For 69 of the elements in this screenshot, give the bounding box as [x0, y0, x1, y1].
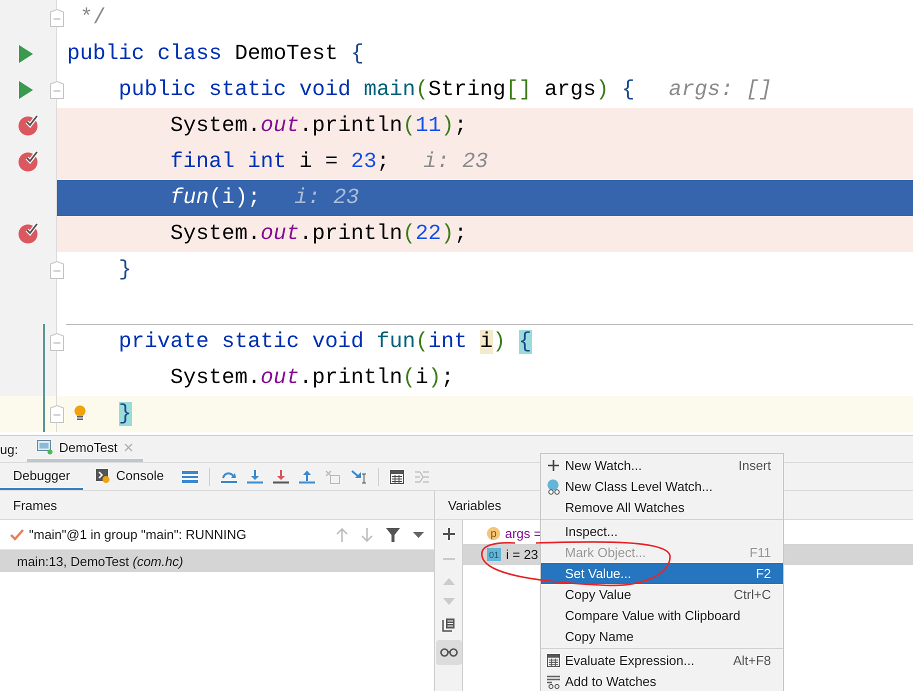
copy-icon[interactable]: [442, 618, 455, 632]
window-icon: [37, 440, 53, 455]
code-line: public class DemoTest {: [67, 42, 364, 66]
menu-item[interactable]: Copy Name: [541, 626, 783, 647]
frame-item[interactable]: main:13, DemoTest (com.hc): [0, 550, 434, 572]
code-line: System.out.println(i);: [170, 366, 454, 390]
filter-icon[interactable]: [386, 528, 400, 542]
calculator-icon[interactable]: [390, 470, 404, 484]
code-line: public static void main(String[] args) {: [118, 78, 635, 102]
fold-marker-icon[interactable]: [50, 261, 64, 279]
menu-item[interactable]: Evaluate Expression... Alt+F8: [541, 650, 783, 671]
glasses-icon: [440, 648, 458, 657]
debug-label: ug:: [0, 442, 20, 456]
menu-item[interactable]: Copy Value Ctrl+C: [541, 584, 783, 605]
check-icon: [10, 528, 24, 540]
panel-tab[interactable]: Console: [83, 463, 177, 490]
code-line: System.out.println(11);: [170, 114, 467, 138]
inline-value-hint: args: []: [668, 78, 772, 102]
thread-selector[interactable]: "main"@1 in group "main": RUNNING: [29, 527, 246, 542]
dropdown-icon[interactable]: [413, 532, 424, 538]
drop-frame-icon[interactable]: [324, 470, 341, 484]
breakpoint-icon[interactable]: [18, 150, 40, 172]
breakpoint-icon[interactable]: [18, 222, 40, 244]
menu-item[interactable]: Compare Value with Clipboard: [541, 605, 783, 626]
step-over-icon[interactable]: [220, 470, 237, 484]
code-line: }: [118, 258, 132, 282]
arrow-up-icon[interactable]: [336, 526, 348, 542]
add-watch-icon: [546, 674, 560, 688]
run-to-cursor-icon[interactable]: [350, 470, 367, 484]
menu-item[interactable]: New Class Level Watch...: [541, 476, 783, 497]
breakpoint-icon[interactable]: [18, 114, 40, 136]
panel-header: Variables: [448, 498, 502, 512]
code-line: System.out.println(22);: [170, 222, 467, 246]
variable-item[interactable]: i = 23: [506, 547, 538, 562]
plus-icon: [548, 460, 558, 471]
fold-marker-icon[interactable]: [50, 405, 64, 423]
show-watches-button[interactable]: [436, 640, 462, 665]
trace-icon[interactable]: [414, 470, 430, 484]
variable-type-icon: 01: [487, 548, 501, 561]
menu-item[interactable]: Set Value... F2: [541, 563, 783, 584]
code-line: */: [79, 6, 106, 30]
fold-marker-icon[interactable]: [50, 333, 64, 351]
fold-marker-icon[interactable]: [50, 9, 64, 27]
close-icon[interactable]: [124, 443, 133, 452]
class-glasses-icon: [546, 478, 560, 494]
console-icon: [96, 468, 110, 482]
run-icon[interactable]: [18, 45, 34, 63]
run-icon[interactable]: [18, 81, 34, 99]
code-line: final int i = 23;: [170, 150, 390, 174]
code-line: fun(i);: [170, 186, 261, 210]
step-out-icon[interactable]: [298, 470, 315, 484]
menu-item[interactable]: Inspect...: [541, 521, 783, 542]
session-tab[interactable]: DemoTest: [27, 436, 143, 462]
code-line: private static void fun(int i) {: [118, 330, 532, 354]
lightbulb-icon[interactable]: [74, 405, 86, 423]
calculator-icon: [546, 654, 560, 667]
variable-type-icon: p: [487, 527, 500, 540]
inline-value-hint: i: 23: [424, 150, 488, 174]
step-into-icon[interactable]: [246, 470, 263, 484]
menu-item[interactable]: Remove All Watches: [541, 497, 783, 518]
arrow-down-icon[interactable]: [361, 526, 373, 542]
plus-icon[interactable]: [442, 528, 454, 540]
panel-header: Frames: [13, 498, 58, 512]
fold-marker-icon[interactable]: [50, 81, 64, 99]
menu-item[interactable]: Add to Watches: [541, 671, 783, 691]
force-step-into-icon[interactable]: [272, 470, 289, 484]
inline-value-hint: i: 23: [294, 186, 360, 210]
list-icon[interactable]: [182, 470, 198, 484]
menu-item[interactable]: New Watch... Insert: [541, 455, 783, 476]
